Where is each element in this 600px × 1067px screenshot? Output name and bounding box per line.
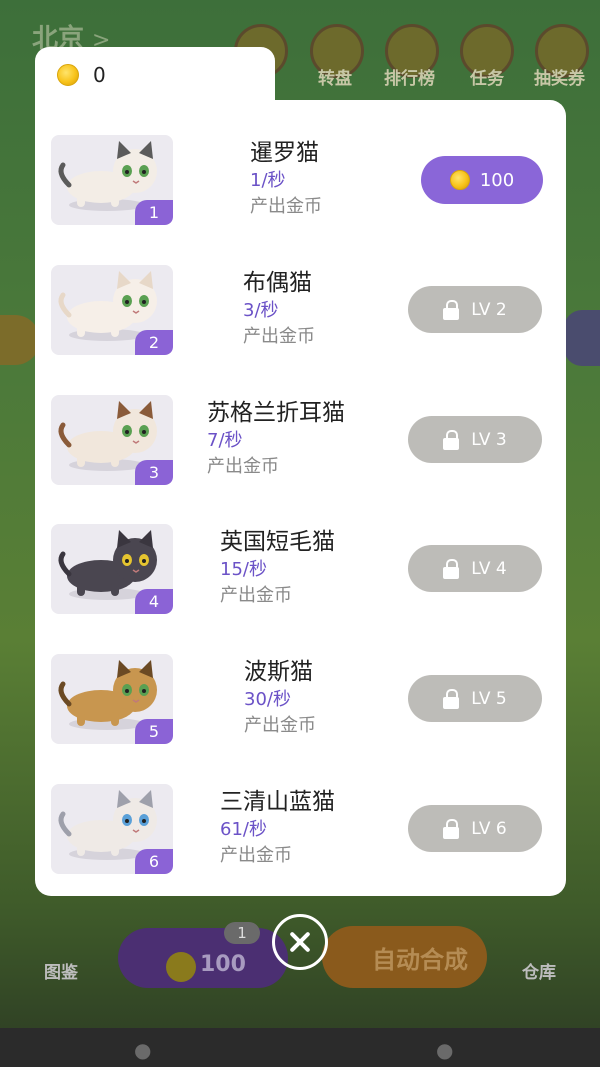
unlock-level: LV 5 [471,688,507,709]
coin-balance-bar: 0 [35,47,275,103]
lock-icon [443,299,460,320]
cat-thumbnail: 1 [51,135,173,225]
coin-icon [166,952,196,982]
cat-thumbnail: 4 [51,524,173,614]
unlock-level: LV 3 [471,429,507,450]
task-label: 任务 [470,69,504,89]
cat-thumbnail: 3 [51,395,173,485]
locked-button[interactable]: LV 5 [408,675,542,722]
cat-thumbnail: 6 [51,784,173,874]
cat-level-badge: 6 [135,849,173,874]
cat-name: 三清山蓝猫 [220,789,335,815]
wheel-label: 转盘 [318,69,352,89]
cat-thumbnail: 2 [51,265,173,355]
buy-price: 100 [479,169,515,191]
auto-merge-label: 自动合成 [372,946,468,974]
cat-info: 三清山蓝猫 61/秒 产出金币 [220,787,335,869]
buy-button[interactable]: 100 [421,156,543,204]
cat-rate: 30/秒 [244,689,291,710]
cat-produce-label: 产出金币 [243,326,315,347]
cat-name: 苏格兰折耳猫 [207,400,345,426]
ticket-label: 抽奖券 [534,69,585,89]
cat-row: 5 波斯猫 30/秒 产出金币 LV 5 [35,619,566,749]
gold-coin-icon [57,64,79,86]
cat-info: 苏格兰折耳猫 7/秒 产出金币 [207,398,345,480]
cat-level-badge: 4 [135,589,173,614]
coin-balance-value: 0 [93,63,106,87]
cat-produce-label: 产出金币 [250,196,322,217]
cat-row: 4 英国短毛猫 15/秒 产出金币 LV 4 [35,489,566,619]
locked-button[interactable]: LV 4 [408,545,542,592]
cat-row: 1 暹罗猫 1/秒 产出金币 100 [35,100,566,230]
cat-produce-label: 产出金币 [207,456,279,477]
leaderboard-label: 排行榜 [384,69,435,89]
cat-thumbnail: 5 [51,654,173,744]
cat-info: 英国短毛猫 15/秒 产出金币 [220,527,335,609]
paw-icon: ● [134,1038,152,1062]
cat-name: 波斯猫 [244,659,313,685]
cat-rate: 15/秒 [220,559,267,580]
buy-pill-value: 100 [200,952,246,977]
warehouse-label: 仓库 [522,963,556,983]
unlock-level: LV 2 [471,299,507,320]
close-button[interactable] [272,914,328,970]
cat-shop-panel: 1 暹罗猫 1/秒 产出金币 100 2 布偶猫 3/秒 产出金币 LV 2 3 苏格兰折… [35,100,566,896]
cat-info: 暹罗猫 1/秒 产出金币 [250,138,322,220]
cat-name: 暹罗猫 [250,140,319,166]
lock-icon [443,558,460,579]
cat-level-badge: 2 [135,330,173,355]
cat-produce-label: 产出金币 [244,715,316,736]
cat-produce-label: 产出金币 [220,845,292,866]
lock-icon [443,429,460,450]
locked-button[interactable]: LV 2 [408,286,542,333]
unlock-level: LV 4 [471,558,507,579]
cat-level-badge: 1 [135,200,173,225]
locked-button[interactable]: LV 6 [408,805,542,852]
buy-pill-badge: 1 [224,922,260,944]
cat-row: 2 布偶猫 3/秒 产出金币 LV 2 [35,230,566,360]
cat-level-badge: 3 [135,460,173,485]
user-icon: ● [436,1038,454,1062]
catalog-label: 图鉴 [44,963,78,983]
cat-name: 布偶猫 [243,270,312,296]
cat-info: 布偶猫 3/秒 产出金币 [243,268,315,350]
cat-rate: 1/秒 [250,170,286,191]
cat-name: 英国短毛猫 [220,529,335,555]
cat-info: 波斯猫 30/秒 产出金币 [244,657,316,739]
cat-rate: 3/秒 [243,300,279,321]
locked-button[interactable]: LV 3 [408,416,542,463]
unlock-level: LV 6 [471,818,507,839]
lock-icon [443,688,460,709]
cat-rate: 7/秒 [207,430,243,451]
cat-produce-label: 产出金币 [220,585,292,606]
cat-row: 3 苏格兰折耳猫 7/秒 产出金币 LV 3 [35,360,566,490]
side-button-right [564,310,600,366]
cat-row: 6 三清山蓝猫 61/秒 产出金币 LV 6 [35,749,566,879]
gold-coin-icon [449,170,470,190]
cat-rate: 61/秒 [220,819,267,840]
lock-icon [443,818,460,839]
side-button-left [0,315,40,365]
bottom-nav: ● ● [0,1028,600,1067]
cat-level-badge: 5 [135,719,173,744]
